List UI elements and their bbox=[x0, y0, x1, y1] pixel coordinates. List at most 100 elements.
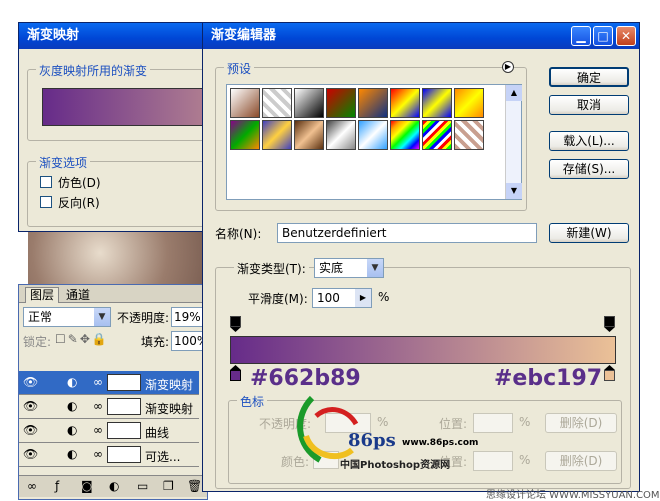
watermark-site: www.86ps.com bbox=[402, 438, 479, 448]
eye-icon[interactable]: 👁 bbox=[23, 375, 38, 389]
stops-group-label: 色标 bbox=[237, 393, 268, 410]
layers-panel: 图层 通道 正常 ▼ 不透明度: 19% 锁定: ☐✎✥🔒 填充: 100% 👁… bbox=[18, 284, 208, 500]
color-stop-left[interactable] bbox=[230, 365, 241, 381]
smoothness-arrow-icon[interactable]: ▶ bbox=[355, 289, 371, 307]
preset-swatch[interactable] bbox=[358, 88, 388, 118]
tab-channels[interactable]: 通道 bbox=[61, 288, 95, 303]
adjustment-icon: ◐ bbox=[67, 447, 78, 461]
tab-layers[interactable]: 图层 bbox=[25, 287, 59, 303]
gradient-editor-title: 渐变编辑器 bbox=[211, 28, 277, 43]
link-layers-icon[interactable]: ∞ bbox=[27, 479, 37, 493]
preset-swatch[interactable] bbox=[294, 120, 324, 150]
stop-location-input[interactable] bbox=[473, 413, 513, 433]
load-button[interactable]: 载入(L)... bbox=[549, 131, 629, 151]
layer-name[interactable]: 可选... bbox=[145, 448, 180, 465]
layer-row[interactable]: 👁 ◐ ∞ 曲线 bbox=[19, 419, 199, 443]
trash-icon[interactable]: 🗑 bbox=[187, 479, 202, 493]
preset-swatch[interactable] bbox=[262, 88, 292, 118]
gradient-map-titlebar[interactable]: 渐变映射 bbox=[19, 23, 217, 49]
save-button[interactable]: 存储(S)... bbox=[549, 159, 629, 179]
adjustment-icon: ◐ bbox=[67, 375, 78, 389]
lock-label: 锁定: bbox=[23, 335, 52, 349]
stop-color-location-input[interactable] bbox=[473, 451, 513, 471]
layer-name[interactable]: 曲线 bbox=[145, 424, 169, 441]
new-group-icon[interactable]: ▭ bbox=[137, 479, 148, 493]
background-photo bbox=[28, 232, 208, 284]
delete-color-stop-button[interactable]: 删除(D) bbox=[545, 451, 617, 471]
delete-opacity-stop-button[interactable]: 删除(D) bbox=[545, 413, 617, 433]
layer-name[interactable]: 渐变映射 bbox=[145, 400, 193, 417]
name-input[interactable]: Benutzerdefiniert bbox=[277, 223, 537, 243]
preset-swatch[interactable] bbox=[390, 120, 420, 150]
layer-row[interactable]: 👁 ◐ ∞ 渐变映射 bbox=[19, 371, 199, 395]
gradient-editor-titlebar[interactable]: 渐变编辑器 ▁ □ ✕ bbox=[203, 23, 639, 49]
layer-row[interactable]: 👁 ◐ ∞ 渐变映射 bbox=[19, 395, 199, 419]
adjustment-icon: ◐ bbox=[67, 399, 78, 413]
color-stop-icon bbox=[230, 365, 241, 381]
link-icon: ∞ bbox=[93, 399, 103, 413]
preset-swatch[interactable] bbox=[230, 88, 260, 118]
blend-mode-select[interactable]: 正常 ▼ bbox=[23, 307, 111, 327]
layers-footer-toolbar: ∞ ƒ ◙ ◐ ▭ ❐ 🗑 bbox=[19, 475, 207, 497]
preset-swatch[interactable] bbox=[454, 88, 484, 118]
lock-icons[interactable]: ☐✎✥🔒 bbox=[55, 332, 109, 346]
layer-mask-thumbnail[interactable] bbox=[107, 374, 141, 391]
layer-mask-thumbnail[interactable] bbox=[107, 398, 141, 415]
gradient-options-label: 渐变选项 bbox=[36, 154, 91, 171]
color-stop-right[interactable] bbox=[604, 365, 615, 381]
layer-mask-thumbnail[interactable] bbox=[107, 446, 141, 463]
preset-swatch-grid: ▲ ▼ bbox=[226, 84, 522, 200]
scroll-up-button[interactable]: ▲ bbox=[506, 85, 522, 101]
link-icon: ∞ bbox=[93, 447, 103, 461]
opacity-stop-left[interactable] bbox=[230, 316, 241, 332]
new-label: 新建(W) bbox=[566, 226, 612, 240]
layer-row[interactable]: 👁 ◐ ∞ 可选... bbox=[19, 443, 199, 467]
preset-swatch[interactable] bbox=[230, 120, 260, 150]
dither-checkbox[interactable] bbox=[40, 176, 52, 188]
opacity-stop-right[interactable] bbox=[604, 316, 615, 332]
presets-scrollbar[interactable]: ▲ ▼ bbox=[505, 85, 522, 199]
minimize-button[interactable]: ▁ bbox=[571, 26, 591, 46]
eye-icon[interactable]: 👁 bbox=[23, 447, 38, 461]
ok-button[interactable]: 确定 bbox=[549, 67, 629, 87]
preset-swatch[interactable] bbox=[294, 88, 324, 118]
preset-swatch[interactable] bbox=[390, 88, 420, 118]
add-mask-icon[interactable]: ◙ bbox=[81, 479, 93, 493]
new-button[interactable]: 新建(W) bbox=[549, 223, 629, 243]
stop-color-location-percent: % bbox=[519, 453, 531, 467]
name-label: 名称(N): bbox=[215, 227, 262, 241]
gradient-type-select[interactable]: 实底 ▼ bbox=[314, 258, 384, 278]
new-adjustment-icon[interactable]: ◐ bbox=[109, 479, 119, 493]
preset-swatch[interactable] bbox=[422, 120, 452, 150]
eye-icon[interactable]: 👁 bbox=[23, 399, 38, 413]
layer-style-icon[interactable]: ƒ bbox=[55, 479, 59, 493]
gradient-map-preview[interactable] bbox=[42, 88, 218, 126]
preset-swatch[interactable] bbox=[326, 88, 356, 118]
presets-menu-icon[interactable]: ▶ bbox=[502, 61, 514, 73]
preset-swatch[interactable] bbox=[262, 120, 292, 150]
new-layer-icon[interactable]: ❐ bbox=[163, 479, 174, 493]
scroll-down-button[interactable]: ▼ bbox=[506, 183, 522, 199]
cancel-button[interactable]: 取消 bbox=[549, 95, 629, 115]
gradient-bar[interactable] bbox=[230, 336, 616, 364]
blend-mode-value: 正常 bbox=[28, 310, 53, 324]
preset-swatch[interactable] bbox=[326, 120, 356, 150]
eye-icon[interactable]: 👁 bbox=[23, 423, 38, 437]
presets-label: 预设 bbox=[224, 60, 255, 77]
tab-layers-label: 图层 bbox=[29, 288, 54, 302]
save-label: 存储(S)... bbox=[562, 162, 616, 176]
opacity-value: 19% bbox=[174, 310, 201, 324]
watermark-logo: 86ps www.86ps.com 中国Photoshop资源网 bbox=[282, 386, 478, 471]
link-icon: ∞ bbox=[93, 375, 103, 389]
preset-swatch[interactable] bbox=[454, 120, 484, 150]
preset-swatch[interactable] bbox=[358, 120, 388, 150]
maximize-button[interactable]: □ bbox=[593, 26, 613, 46]
reverse-checkbox[interactable] bbox=[40, 196, 52, 208]
layer-name[interactable]: 渐变映射 bbox=[145, 376, 193, 393]
logo-text: 86ps bbox=[348, 430, 396, 451]
preset-swatch[interactable] bbox=[422, 88, 452, 118]
smoothness-input[interactable]: 100 ▶ bbox=[312, 288, 372, 308]
close-button[interactable]: ✕ bbox=[616, 26, 636, 46]
layer-mask-thumbnail[interactable] bbox=[107, 422, 141, 439]
gray-map-group-label: 灰度映射所用的渐变 bbox=[36, 62, 151, 79]
